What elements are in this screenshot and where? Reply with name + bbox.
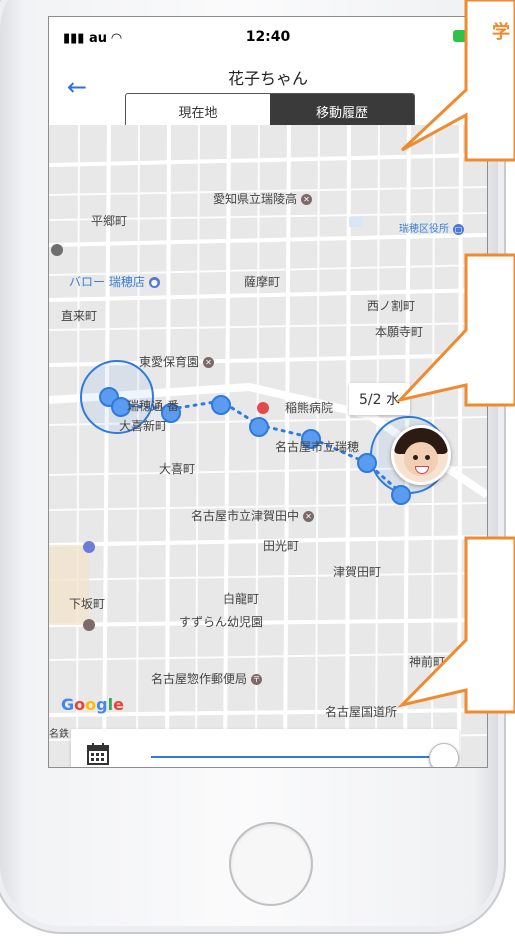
- map-label-hoikuen: 東愛保育園 ✕: [139, 353, 215, 370]
- map-label-ookicho: 大喜町: [159, 462, 196, 476]
- map-label-hakuryu: 白龍町: [223, 592, 260, 606]
- map-label-okishin: 大喜新町: [119, 419, 168, 433]
- map-label-suzuran: すずらん幼児園: [179, 615, 264, 629]
- map-label-jikimai: 直来町: [61, 309, 98, 323]
- map-label-satsuma: 薩摩町: [244, 275, 281, 289]
- map-label-denkou: 田光町: [263, 539, 300, 553]
- map-label-shimosaka: 下坂町: [69, 597, 106, 611]
- map-label-tsugata-cho: 津賀田町: [333, 565, 382, 579]
- map-label-school: 愛知県立瑞陵高 ✕: [213, 190, 313, 207]
- segment-current-location[interactable]: 現在地: [126, 94, 270, 128]
- callout-bubbles: [395, 0, 515, 714]
- home-button[interactable]: [229, 822, 313, 906]
- map-label-tsugata-school: 名古屋市立津賀田中 ✕: [191, 507, 315, 524]
- map-label-nagoya-mizuho: 名古屋市立瑞穂: [275, 440, 360, 454]
- map-label-post: 名古屋惣作郵便局〒: [151, 672, 263, 686]
- view-segmented-control: 現在地 移動履歴: [125, 93, 415, 129]
- map-label-railway: 名鉄: [49, 729, 69, 740]
- calendar-icon[interactable]: [87, 743, 109, 765]
- map-label-hospital: 稲熊病院: [285, 401, 334, 415]
- map-label-heigo: 平郷町: [91, 214, 128, 228]
- map-label-valor: バロー 瑞穂店 ●: [69, 273, 160, 290]
- map-label-mizuho: 瑞穂通 番: [127, 399, 179, 413]
- callout-text: 学: [492, 22, 510, 43]
- google-logo: Google: [61, 695, 124, 714]
